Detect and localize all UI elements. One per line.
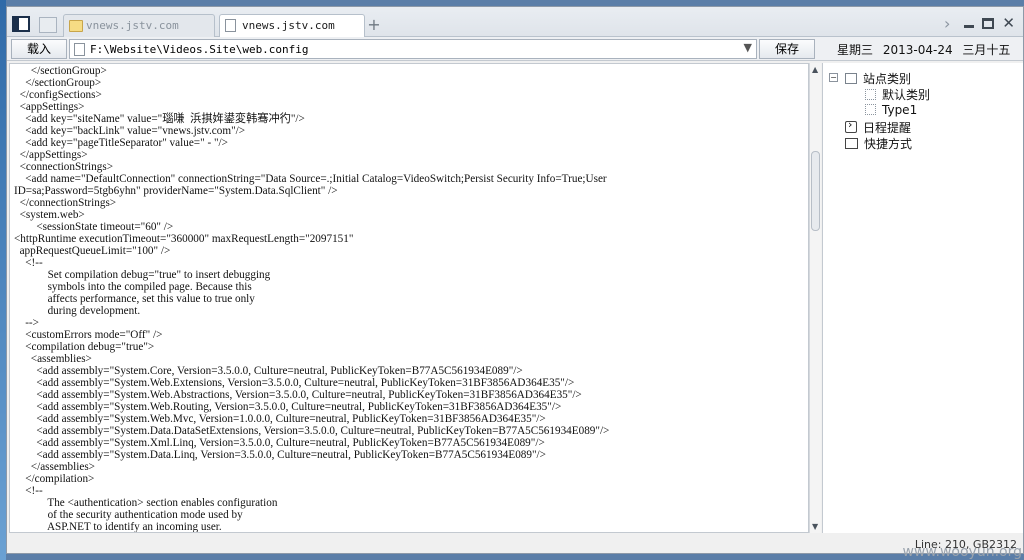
code-line: </appSettings> xyxy=(14,149,88,161)
scroll-down-icon[interactable]: ▼ xyxy=(812,522,818,531)
code-content[interactable]: </sectionGroup> </sectionGroup> </config… xyxy=(14,65,804,533)
save-button[interactable]: 保存 xyxy=(759,39,815,59)
site-tree-panel: − 站点类别 默认类别 Type1 日程提醒 快捷方式 xyxy=(822,63,1023,533)
window-controls: › ✕ xyxy=(944,14,1015,33)
code-line: <!-- xyxy=(14,257,43,269)
schedule-icon xyxy=(845,118,857,133)
tree-node-label: 快捷方式 xyxy=(864,137,913,151)
load-button[interactable]: 载入 xyxy=(11,39,67,59)
tree-node-label: 日程提醒 xyxy=(863,121,912,135)
code-line: symbols into the compiled page. Because … xyxy=(14,281,252,293)
tree-node-schedule[interactable]: 日程提醒 xyxy=(845,118,912,136)
code-line: <system.web> xyxy=(14,209,85,221)
code-line: during development. xyxy=(14,305,141,317)
code-line: <assemblies> xyxy=(14,353,92,365)
tree-node-shortcuts[interactable]: 快捷方式 xyxy=(845,135,912,152)
scroll-up-icon[interactable]: ▲ xyxy=(812,65,818,74)
tab-vnews-1[interactable]: vnews.jstv.com xyxy=(63,14,215,38)
code-line: <appSettings> xyxy=(14,101,85,113)
address-bar: 载入 ▼ 保存 星期三 2013-04-24 三月十五 xyxy=(7,37,1023,61)
add-tab-icon[interactable]: + xyxy=(367,15,381,34)
code-line: <connectionStrings> xyxy=(14,161,113,173)
code-line: <add assembly="System.Data.Linq, Version… xyxy=(14,449,546,461)
tab-bar: vnews.jstv.com vnews.jstv.com + › ✕ xyxy=(7,7,1023,39)
maximize-icon[interactable] xyxy=(982,17,995,29)
code-line: </configSections> xyxy=(14,89,102,101)
vertical-scrollbar[interactable]: ▲ ▼ xyxy=(809,63,821,533)
file-icon xyxy=(74,43,85,56)
minimize-icon[interactable] xyxy=(964,24,975,28)
scroll-thumb[interactable] xyxy=(811,151,820,231)
code-line: <add name="DefaultConnection" connection… xyxy=(14,173,607,185)
code-line: ASP.NET to identify an incoming user. xyxy=(14,521,222,533)
category-icon xyxy=(845,73,857,84)
watermark: www.wooyun.org xyxy=(902,544,1022,560)
code-line: </sectionGroup> xyxy=(14,65,107,77)
code-line: <add assembly="System.Web.Extensions, Ve… xyxy=(14,377,575,389)
chevron-right-icon[interactable]: › xyxy=(944,14,950,33)
close-icon[interactable]: ✕ xyxy=(1002,16,1015,31)
code-line: <add key="pageTitleSeparator" value=" - … xyxy=(14,137,228,149)
code-line: of the security authentication mode used… xyxy=(14,509,243,521)
code-line: affects performance, set this value to t… xyxy=(14,293,255,305)
status-bar: Line: 210, GB2312 xyxy=(7,534,1023,553)
tree-node-site-category[interactable]: 站点类别 xyxy=(845,70,911,87)
editor-window: vnews.jstv.com vnews.jstv.com + › ✕ 载入 ▼… xyxy=(6,6,1024,554)
tree-node-label: Type1 xyxy=(882,103,918,117)
date-label: 2013-04-24 xyxy=(882,43,953,57)
code-line: </compilation> xyxy=(14,473,95,485)
tree-node-type1[interactable]: Type1 xyxy=(865,103,917,117)
code-line: ID=sa;Password=5tgb6yhn" providerName="S… xyxy=(14,185,338,197)
code-line: <compilation debug="true"> xyxy=(14,341,155,353)
code-line: <add key="siteName" value="瑙嗛 浜掑姩鍙変韩骞冲彴"… xyxy=(14,113,305,125)
document-icon xyxy=(225,19,236,32)
code-line: <add assembly="System.Web.Mvc, Version=1… xyxy=(14,413,546,425)
blank-tab-icon[interactable] xyxy=(39,17,57,33)
code-line: </assemblies> xyxy=(14,461,95,473)
tree-node-label: 默认类别 xyxy=(882,88,931,102)
folder-icon xyxy=(69,20,83,32)
code-line: <!-- xyxy=(14,485,43,497)
date-display: 星期三 2013-04-24 三月十五 xyxy=(837,41,1016,58)
code-line: <httpRuntime executionTimeout="360000" m… xyxy=(14,233,354,245)
lunar-date-label: 三月十五 xyxy=(962,43,1011,57)
tree-node-label: 站点类别 xyxy=(863,72,912,86)
code-line: <add assembly="System.Web.Abstractions, … xyxy=(14,389,582,401)
code-line: <add assembly="System.Data.DataSetExtens… xyxy=(14,425,610,437)
chevron-down-icon[interactable]: ▼ xyxy=(744,41,752,54)
code-line: <add assembly="System.Xml.Linq, Version=… xyxy=(14,437,545,449)
sidebar-toggle-icon[interactable] xyxy=(12,16,30,32)
code-line: appRequestQueueLimit="100" /> xyxy=(14,245,171,257)
code-line: <customErrors mode="Off" /> xyxy=(14,329,163,341)
shortcut-folder-icon xyxy=(845,138,858,149)
item-icon xyxy=(865,104,876,115)
code-line: --> xyxy=(14,317,39,329)
code-line: <add assembly="System.Core, Version=3.5.… xyxy=(14,365,523,377)
collapse-icon[interactable]: − xyxy=(829,73,838,82)
code-line: <add assembly="System.Web.Routing, Versi… xyxy=(14,401,562,413)
tab-label: vnews.jstv.com xyxy=(242,19,335,32)
path-combobox[interactable]: ▼ xyxy=(69,39,757,59)
code-line: Set compilation debug="true" to insert d… xyxy=(14,269,271,281)
tab-vnews-2[interactable]: vnews.jstv.com xyxy=(219,14,365,39)
tab-label: vnews.jstv.com xyxy=(86,19,179,32)
code-editor[interactable]: </sectionGroup> </sectionGroup> </config… xyxy=(9,63,809,533)
code-line: <sessionState timeout="60" /> xyxy=(14,221,174,233)
tree-node-default-category[interactable]: 默认类别 xyxy=(865,86,930,103)
weekday-label: 星期三 xyxy=(837,43,874,57)
path-input[interactable] xyxy=(90,41,730,57)
code-line: <add key="backLink" value="vnews.jstv.co… xyxy=(14,125,246,137)
code-line: The <authentication> section enables con… xyxy=(14,497,278,509)
code-line: </connectionStrings> xyxy=(14,197,117,209)
code-line: </sectionGroup> xyxy=(14,77,102,89)
item-icon xyxy=(865,89,876,100)
